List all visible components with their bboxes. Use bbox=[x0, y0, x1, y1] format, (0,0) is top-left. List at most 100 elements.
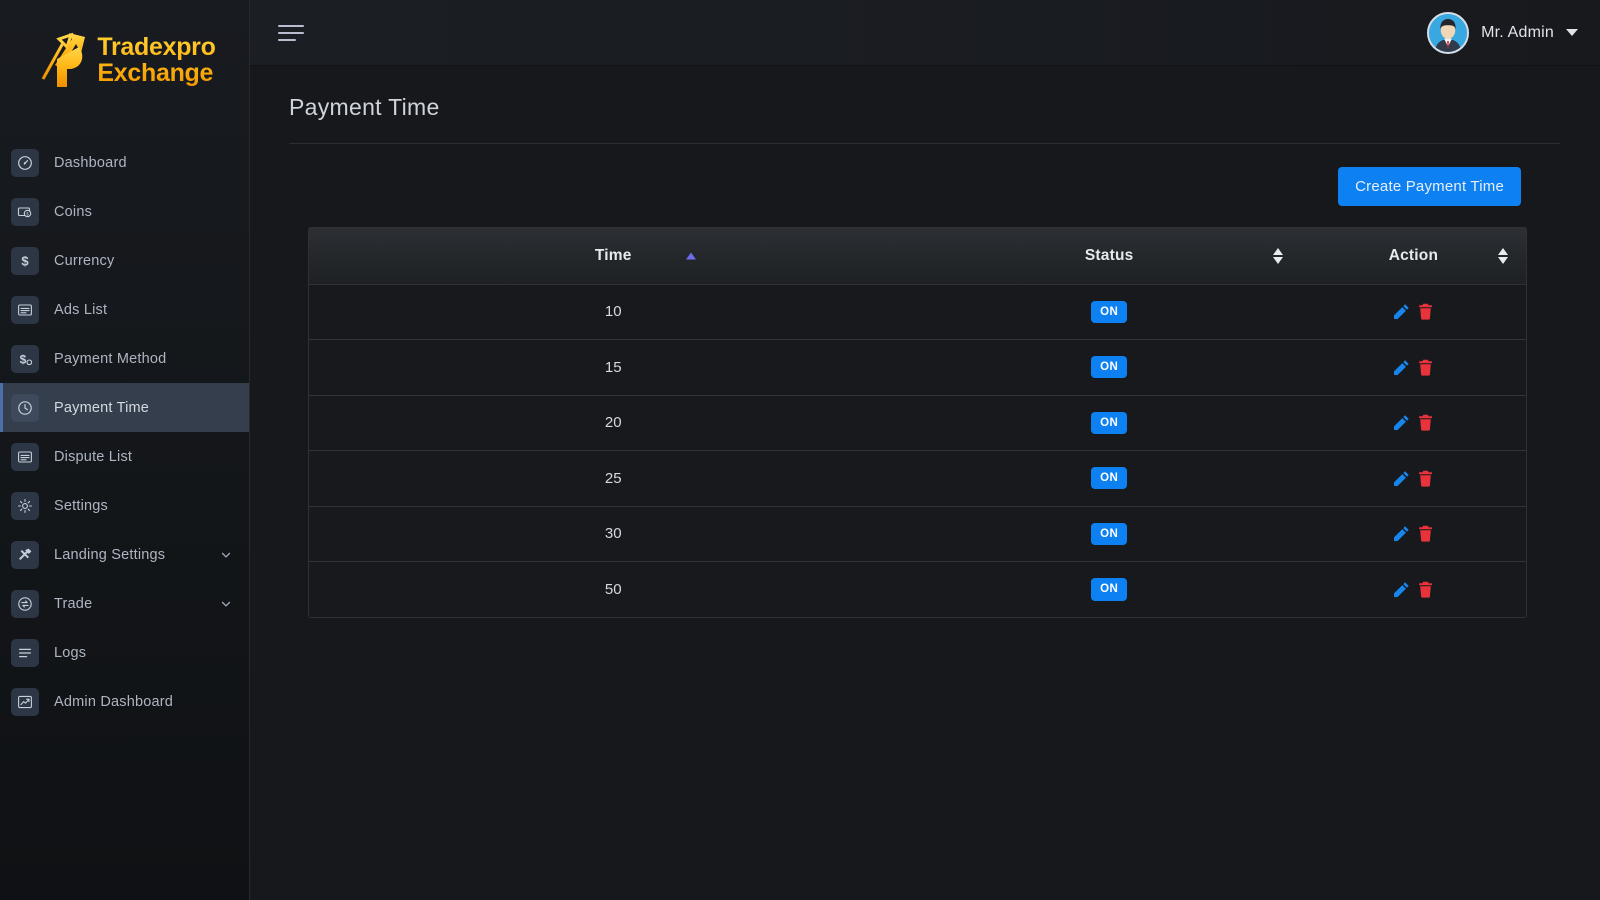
sort-ascending-icon[interactable] bbox=[685, 252, 696, 260]
sidebar-item-label: Logs bbox=[54, 644, 87, 661]
cell-status: ON bbox=[918, 562, 1301, 618]
brand-name: Tradexpro Exchange bbox=[97, 34, 215, 87]
svg-text:$: $ bbox=[21, 253, 29, 268]
edit-button[interactable] bbox=[1393, 470, 1410, 487]
sidebar-item-currency[interactable]: $ Currency bbox=[0, 236, 249, 285]
cell-status: ON bbox=[918, 451, 1301, 507]
delete-button[interactable] bbox=[1417, 414, 1434, 431]
column-label-time: Time bbox=[594, 246, 632, 264]
gear-icon bbox=[11, 491, 39, 520]
table-head: Time Status Action bbox=[309, 228, 1526, 285]
delete-button[interactable] bbox=[1417, 359, 1434, 376]
toolbar: Create Payment Time bbox=[270, 144, 1560, 206]
sidebar-item-dashboard[interactable]: Dashboard bbox=[0, 138, 249, 187]
status-badge[interactable]: ON bbox=[1091, 356, 1128, 379]
sidebar-item-logs[interactable]: Logs bbox=[0, 628, 249, 677]
column-header-action[interactable]: Action bbox=[1300, 228, 1526, 285]
column-label-status: Status bbox=[1084, 246, 1134, 264]
sidebar-item-landing-settings[interactable]: Landing Settings bbox=[0, 530, 249, 579]
create-payment-time-button[interactable]: Create Payment Time bbox=[1338, 167, 1521, 206]
sidebar-item-label: Currency bbox=[54, 252, 115, 269]
table-row: 25 ON bbox=[309, 450, 1526, 507]
cell-action bbox=[1301, 562, 1526, 618]
payment-time-table: Time Status Action 10 ON 15 ON 20 ON 25 … bbox=[309, 228, 1526, 617]
sidebar-nav: Dashboard $ Coins $ Currency Ads List $ Payment… bbox=[0, 120, 249, 726]
speedometer-icon bbox=[11, 148, 39, 177]
sidebar: Tradexpro Exchange Dashboard $ Coins $ Curre… bbox=[0, 0, 250, 900]
page-header: Payment Time bbox=[270, 66, 1560, 144]
table-row: 50 ON bbox=[309, 561, 1526, 618]
edit-button[interactable] bbox=[1393, 303, 1410, 320]
cell-time: 30 bbox=[604, 525, 622, 543]
table-row: 30 ON bbox=[309, 506, 1526, 562]
sidebar-item-label: Landing Settings bbox=[54, 546, 166, 563]
cell-action bbox=[1301, 451, 1526, 507]
edit-button[interactable] bbox=[1393, 359, 1410, 376]
user-menu[interactable]: Mr. Admin bbox=[1427, 11, 1578, 54]
delete-button[interactable] bbox=[1417, 303, 1434, 320]
table-row: 20 ON bbox=[309, 395, 1526, 451]
caret-down-icon[interactable] bbox=[1566, 29, 1578, 36]
table-body: 10 ON 15 ON 20 ON 25 ON 30 ON 50 ON bbox=[309, 284, 1526, 617]
sidebar-item-dispute-list[interactable]: Dispute List bbox=[0, 432, 249, 481]
cell-status: ON bbox=[918, 340, 1301, 396]
clock-circle-icon bbox=[11, 393, 39, 422]
sidebar-item-label: Dashboard bbox=[54, 154, 127, 171]
status-badge[interactable]: ON bbox=[1091, 467, 1128, 490]
coin-stack-icon: $ bbox=[11, 197, 39, 226]
cell-action bbox=[1301, 506, 1526, 562]
chevron-down-icon[interactable] bbox=[219, 548, 233, 562]
cell-time: 20 bbox=[604, 414, 622, 432]
status-badge[interactable]: ON bbox=[1091, 411, 1128, 434]
page-title: Payment Time bbox=[289, 94, 440, 120]
brand-line-2: Exchange bbox=[97, 59, 214, 87]
dollar-gear-icon: $ bbox=[11, 344, 39, 373]
sidebar-item-ads-list[interactable]: Ads List bbox=[0, 285, 249, 334]
status-badge[interactable]: ON bbox=[1091, 300, 1128, 323]
edit-button[interactable] bbox=[1393, 414, 1410, 431]
sidebar-item-trade[interactable]: Trade bbox=[0, 579, 249, 628]
hamburger-icon[interactable] bbox=[276, 21, 306, 45]
cell-status: ON bbox=[918, 506, 1301, 562]
svg-text:$: $ bbox=[20, 352, 27, 366]
sidebar-item-payment-time[interactable]: Payment Time bbox=[0, 383, 249, 432]
cell-time: 25 bbox=[604, 469, 622, 487]
column-header-time[interactable]: Time bbox=[309, 228, 918, 285]
brand-line-1: Tradexpro bbox=[97, 32, 216, 61]
cell-status: ON bbox=[918, 284, 1301, 340]
cell-time: 50 bbox=[604, 581, 622, 598]
sidebar-item-label: Settings bbox=[54, 497, 108, 514]
sidebar-item-admin-dashboard[interactable]: Admin Dashboard bbox=[0, 677, 249, 726]
sidebar-item-label: Payment Time bbox=[54, 399, 150, 416]
delete-button[interactable] bbox=[1417, 581, 1434, 598]
table-row: 10 ON bbox=[309, 284, 1526, 340]
cell-time: 10 bbox=[604, 303, 622, 321]
main-area: Mr. Admin Payment Time Create Payment Ti… bbox=[250, 0, 1600, 900]
sidebar-item-label: Trade bbox=[54, 595, 93, 612]
trend-up-icon bbox=[11, 687, 39, 716]
chevron-down-icon[interactable] bbox=[219, 597, 233, 611]
delete-button[interactable] bbox=[1417, 525, 1434, 542]
cell-action bbox=[1301, 395, 1526, 451]
cell-action bbox=[1301, 284, 1526, 340]
status-badge[interactable]: ON bbox=[1091, 578, 1128, 601]
status-badge[interactable]: ON bbox=[1091, 522, 1128, 545]
hammer-icon bbox=[11, 540, 39, 569]
delete-button[interactable] bbox=[1417, 470, 1434, 487]
sidebar-item-label: Coins bbox=[54, 203, 93, 220]
sidebar-item-payment-method[interactable]: $ Payment Method bbox=[0, 334, 249, 383]
content-area: Payment Time Create Payment Time Time St… bbox=[250, 66, 1600, 900]
list-card-icon bbox=[11, 442, 39, 471]
sidebar-item-settings[interactable]: Settings bbox=[0, 481, 249, 530]
column-header-status[interactable]: Status bbox=[917, 228, 1301, 285]
sort-both-icon[interactable] bbox=[1272, 247, 1283, 264]
edit-button[interactable] bbox=[1393, 525, 1410, 542]
edit-button[interactable] bbox=[1393, 581, 1410, 598]
arrow-chart-logo-icon bbox=[41, 29, 91, 91]
sort-both-icon[interactable] bbox=[1498, 247, 1508, 264]
sidebar-item-label: Payment Method bbox=[54, 350, 167, 367]
sidebar-item-coins[interactable]: $ Coins bbox=[0, 187, 249, 236]
sidebar-item-label: Dispute List bbox=[54, 448, 133, 465]
brand-logo[interactable]: Tradexpro Exchange bbox=[0, 0, 249, 120]
sidebar-item-label: Admin Dashboard bbox=[54, 693, 174, 710]
